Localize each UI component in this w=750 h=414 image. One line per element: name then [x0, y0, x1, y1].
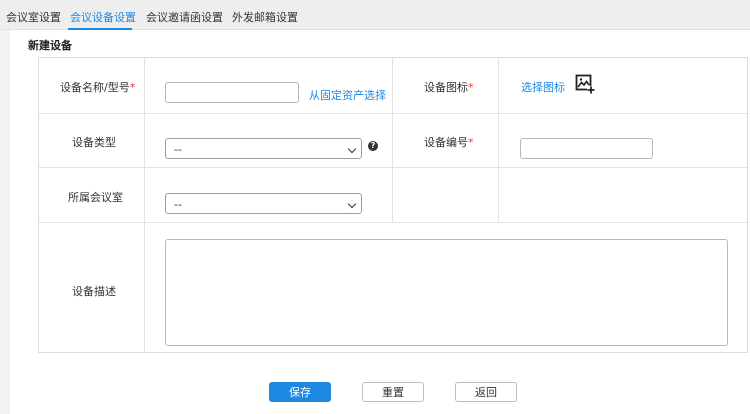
select-from-fixed-assets-link[interactable]: 从固定资产选择: [309, 87, 386, 103]
device-name-label: 设备名称/型号*: [60, 81, 136, 94]
meeting-room-label: 所属会议室: [68, 191, 123, 204]
form-col-divider: [392, 58, 393, 222]
device-description-textarea[interactable]: [165, 239, 728, 346]
device-number-input[interactable]: [520, 138, 653, 159]
chevron-down-icon: [347, 199, 357, 209]
back-button[interactable]: 返回: [455, 382, 517, 402]
device-description-label: 设备描述: [72, 285, 116, 298]
device-icon-label: 设备图标*: [424, 81, 474, 94]
chevron-down-icon: [347, 144, 357, 154]
meeting-room-select[interactable]: --: [165, 193, 362, 214]
save-button[interactable]: 保存: [269, 382, 331, 402]
device-type-select[interactable]: --: [165, 138, 362, 159]
reset-button[interactable]: 重置: [362, 382, 424, 402]
settings-tab-bar: 会议室设置 会议设备设置 会议邀请函设置 外发邮箱设置: [0, 0, 750, 30]
device-name-input[interactable]: [165, 82, 299, 103]
device-type-selected-value: --: [174, 143, 182, 156]
tab-meeting-invitation-settings[interactable]: 会议邀请函设置: [146, 9, 223, 25]
add-image-icon[interactable]: [575, 74, 595, 94]
tab-outgoing-mail-settings[interactable]: 外发邮箱设置: [232, 9, 298, 25]
form-col-divider: [498, 58, 499, 222]
form-row-divider: [39, 222, 747, 223]
section-title: 新建设备: [28, 39, 72, 52]
form-row-divider: [39, 113, 747, 114]
tab-meeting-room-settings[interactable]: 会议室设置: [6, 9, 61, 25]
tab-meeting-device-settings[interactable]: 会议设备设置: [70, 9, 136, 25]
form-col-divider: [144, 58, 145, 352]
device-number-label: 设备编号*: [424, 136, 474, 149]
meeting-room-selected-value: --: [174, 198, 182, 211]
device-type-label: 设备类型: [72, 136, 116, 149]
form-row-divider: [39, 167, 747, 168]
help-icon[interactable]: ?: [368, 141, 378, 151]
choose-icon-link[interactable]: 选择图标: [521, 79, 565, 95]
